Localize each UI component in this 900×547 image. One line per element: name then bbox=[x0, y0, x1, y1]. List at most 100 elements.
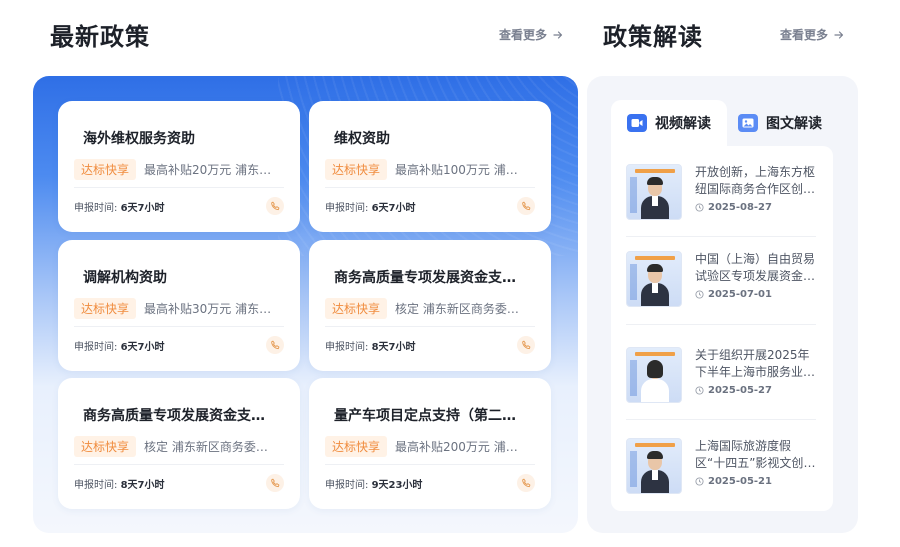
deadline-label: 申报时间: bbox=[74, 203, 118, 214]
arrow-right-icon bbox=[834, 30, 844, 39]
video-title: 中国（上海）自由贸易试验区专项发展资金政策解读 bbox=[695, 252, 816, 283]
video-title: 开放创新，上海东方枢纽国际商务合作区创新发展 bbox=[695, 165, 816, 196]
divider bbox=[325, 464, 535, 465]
policy-card-meta: 达标快享 核定 浦东新区商务委员会 bbox=[74, 436, 278, 457]
divider bbox=[74, 464, 284, 465]
policy-card-deadline: 申报时间: 8天7小时 bbox=[74, 476, 164, 491]
divider bbox=[626, 419, 816, 420]
deadline-value: 8天7小时 bbox=[371, 342, 416, 353]
quick-benefit-tag: 达标快享 bbox=[74, 436, 137, 457]
phone-consult-button[interactable] bbox=[266, 474, 284, 492]
tab-video-interpretation[interactable]: 视频解读 bbox=[611, 100, 727, 146]
latest-policy-title: 最新政策 bbox=[50, 23, 150, 51]
video-date: 2025-08-27 bbox=[695, 202, 772, 213]
image-icon bbox=[738, 114, 758, 132]
deadline-label: 申报时间: bbox=[325, 203, 369, 214]
video-date-value: 2025-05-21 bbox=[708, 476, 772, 487]
interpretation-more-label: 查看更多 bbox=[780, 28, 829, 42]
policy-card[interactable]: 维权资助 达标快享 最高补贴100万元 浦东新区商务委员会 申报时间: 6天7小… bbox=[309, 101, 551, 232]
phone-consult-button[interactable] bbox=[517, 474, 535, 492]
video-thumbnail bbox=[626, 347, 682, 403]
policy-card-deadline: 申报时间: 6天7小时 bbox=[74, 199, 164, 214]
video-item[interactable]: 关于组织开展2025年下半年上海市服务业发展引导资金 2025-05-27 bbox=[626, 347, 818, 403]
interpretation-more-link[interactable]: 查看更多 bbox=[780, 26, 844, 43]
video-date: 2025-05-27 bbox=[695, 385, 772, 396]
policy-card-title: 商务高质量专项发展资金支持项目 bbox=[334, 270, 529, 286]
policy-card[interactable]: 商务高质量专项发展资金支持项目 达标快享 核定 浦东新区商务委员会 申报时间: … bbox=[309, 240, 551, 371]
video-item[interactable]: 开放创新，上海东方枢纽国际商务合作区创新发展 2025-08-27 bbox=[626, 164, 818, 220]
policy-card-subsidy: 最高补贴30万元 浦东新区商务委员会 bbox=[144, 302, 278, 316]
policy-more-link[interactable]: 查看更多 bbox=[499, 26, 563, 43]
deadline-label: 申报时间: bbox=[74, 342, 118, 353]
policy-card-title: 调解机构资助 bbox=[83, 270, 167, 286]
deadline-value: 6天7小时 bbox=[120, 203, 165, 214]
phone-icon bbox=[270, 201, 279, 210]
video-title: 上海国际旅游度假区“十四五”影视文创产业发展专项 bbox=[695, 439, 816, 470]
phone-icon bbox=[521, 340, 530, 349]
video-date-value: 2025-08-27 bbox=[708, 202, 772, 213]
policy-card-subsidy: 最高补贴20万元 浦东新区商务委员会 bbox=[144, 163, 278, 177]
video-date: 2025-05-21 bbox=[695, 476, 772, 487]
phone-icon bbox=[521, 201, 530, 210]
divider bbox=[626, 236, 816, 237]
policy-card-title: 维权资助 bbox=[334, 131, 390, 147]
policy-card-subsidy: 核定 浦东新区商务委员会 bbox=[395, 302, 529, 316]
policy-card-meta: 达标快享 最高补贴200万元 浦东新区商务委员会 bbox=[325, 436, 529, 457]
policy-card[interactable]: 商务高质量专项发展资金支持项目 达标快享 核定 浦东新区商务委员会 申报时间: … bbox=[58, 378, 300, 509]
policy-card-title: 商务高质量专项发展资金支持项目 bbox=[83, 408, 278, 424]
phone-consult-button[interactable] bbox=[517, 336, 535, 354]
video-thumbnail bbox=[626, 164, 682, 220]
quick-benefit-tag: 达标快享 bbox=[325, 159, 388, 180]
policy-card-subsidy: 最高补贴200万元 浦东新区商务委员会 bbox=[395, 440, 529, 454]
policy-card-title: 量产车项目定点支持（第二批） bbox=[334, 408, 529, 424]
quick-benefit-tag: 达标快享 bbox=[74, 159, 137, 180]
deadline-label: 申报时间: bbox=[74, 480, 118, 491]
video-item[interactable]: 上海国际旅游度假区“十四五”影视文创产业发展专项 2025-05-21 bbox=[626, 438, 818, 494]
divider bbox=[74, 326, 284, 327]
deadline-value: 6天7小时 bbox=[120, 342, 165, 353]
deadline-value: 8天7小时 bbox=[120, 480, 165, 491]
quick-benefit-tag: 达标快享 bbox=[325, 298, 388, 319]
quick-benefit-tag: 达标快享 bbox=[74, 298, 137, 319]
video-thumbnail bbox=[626, 251, 682, 307]
phone-icon bbox=[270, 340, 279, 349]
divider bbox=[325, 326, 535, 327]
phone-consult-button[interactable] bbox=[266, 197, 284, 215]
tab-label: 图文解读 bbox=[766, 116, 822, 132]
arrow-right-icon bbox=[553, 30, 563, 39]
policy-card-meta: 达标快享 最高补贴20万元 浦东新区商务委员会 bbox=[74, 159, 278, 180]
video-date-value: 2025-07-01 bbox=[708, 289, 772, 300]
policy-card-meta: 达标快享 最高补贴100万元 浦东新区商务委员会 bbox=[325, 159, 529, 180]
clock-icon bbox=[695, 477, 704, 486]
policy-card-subsidy: 最高补贴100万元 浦东新区商务委员会 bbox=[395, 163, 529, 177]
tab-image-interpretation[interactable]: 图文解读 bbox=[738, 100, 822, 146]
deadline-value: 9天23小时 bbox=[371, 480, 423, 491]
clock-icon bbox=[695, 386, 704, 395]
clock-icon bbox=[695, 203, 704, 212]
deadline-value: 6天7小时 bbox=[371, 203, 416, 214]
divider bbox=[74, 187, 284, 188]
policy-card-meta: 达标快享 最高补贴30万元 浦东新区商务委员会 bbox=[74, 298, 278, 319]
divider bbox=[626, 324, 816, 325]
video-date-value: 2025-05-27 bbox=[708, 385, 772, 396]
policy-card-deadline: 申报时间: 8天7小时 bbox=[325, 338, 415, 353]
policy-card-deadline: 申报时间: 6天7小时 bbox=[74, 338, 164, 353]
phone-consult-button[interactable] bbox=[517, 197, 535, 215]
video-thumbnail bbox=[626, 438, 682, 494]
policy-card-meta: 达标快享 核定 浦东新区商务委员会 bbox=[325, 298, 529, 319]
video-title: 关于组织开展2025年下半年上海市服务业发展引导资金 bbox=[695, 348, 816, 379]
deadline-label: 申报时间: bbox=[325, 480, 369, 491]
policy-card-deadline: 申报时间: 9天23小时 bbox=[325, 476, 422, 491]
video-item[interactable]: 中国（上海）自由贸易试验区专项发展资金政策解读 2025-07-01 bbox=[626, 251, 818, 307]
policy-card-title: 海外维权服务资助 bbox=[83, 131, 195, 147]
policy-card[interactable]: 海外维权服务资助 达标快享 最高补贴20万元 浦东新区商务委员会 申报时间: 6… bbox=[58, 101, 300, 232]
phone-consult-button[interactable] bbox=[266, 336, 284, 354]
quick-benefit-tag: 达标快享 bbox=[325, 436, 388, 457]
policy-card-subsidy: 核定 浦东新区商务委员会 bbox=[144, 440, 278, 454]
policy-card[interactable]: 调解机构资助 达标快享 最高补贴30万元 浦东新区商务委员会 申报时间: 6天7… bbox=[58, 240, 300, 371]
phone-icon bbox=[521, 478, 530, 487]
policy-interpretation-title: 政策解读 bbox=[603, 23, 703, 51]
deadline-label: 申报时间: bbox=[325, 342, 369, 353]
clock-icon bbox=[695, 290, 704, 299]
policy-card[interactable]: 量产车项目定点支持（第二批） 达标快享 最高补贴200万元 浦东新区商务委员会 … bbox=[309, 378, 551, 509]
